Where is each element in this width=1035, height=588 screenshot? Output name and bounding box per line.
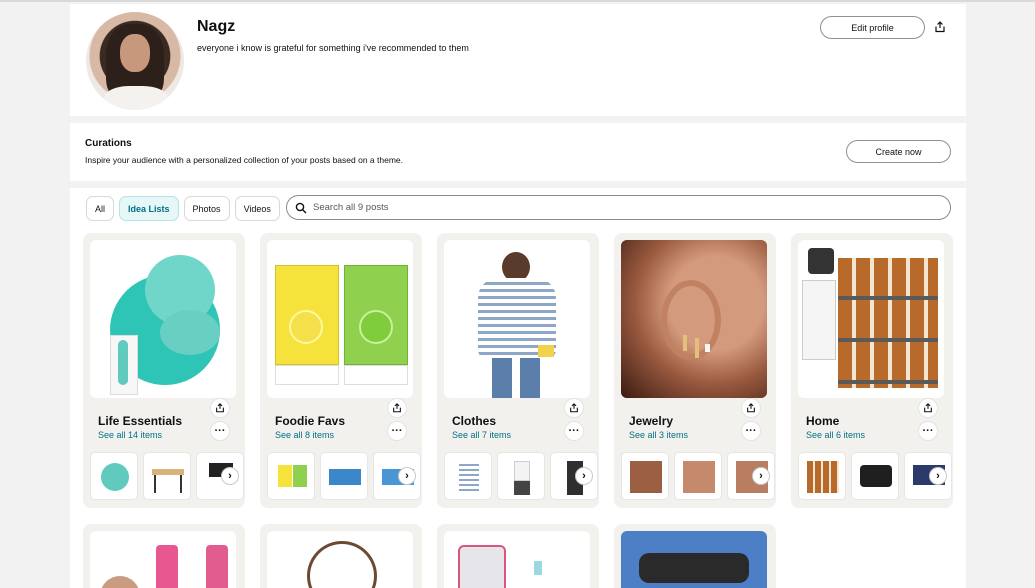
see-all-link[interactable]: See all 3 items — [629, 430, 688, 440]
share-icon[interactable] — [918, 398, 938, 418]
curations-title: Curations — [85, 138, 132, 149]
item-thumbnail[interactable] — [497, 452, 545, 500]
list-title[interactable]: Life Essentials — [98, 414, 182, 428]
idea-list-card[interactable] — [614, 524, 776, 588]
filter-idea-lists[interactable]: Idea Lists — [119, 196, 179, 221]
list-cover-image — [267, 240, 413, 398]
idea-list-card[interactable]: Clothes See all 7 items ··· › — [437, 233, 599, 508]
edit-profile-button[interactable]: Edit profile — [820, 16, 925, 39]
see-all-link[interactable]: See all 14 items — [98, 430, 162, 440]
item-thumbnail[interactable] — [267, 452, 315, 500]
filter-tabs: All Idea Lists Photos Videos — [86, 196, 280, 221]
profile-bio: everyone i know is grateful for somethin… — [197, 43, 469, 53]
list-cover-image — [798, 240, 944, 398]
posts-section: All Idea Lists Photos Videos Life Essent… — [70, 188, 966, 588]
share-icon[interactable] — [741, 398, 761, 418]
item-thumbnail[interactable] — [621, 452, 669, 500]
more-options-icon[interactable]: ··· — [564, 421, 584, 441]
list-cover-image — [621, 531, 767, 588]
item-thumbnail[interactable] — [143, 452, 191, 500]
list-cover-image — [267, 531, 413, 588]
more-options-icon[interactable]: ··· — [387, 421, 407, 441]
list-title[interactable]: Clothes — [452, 414, 496, 428]
list-title[interactable]: Home — [806, 414, 839, 428]
item-thumbnail[interactable] — [444, 452, 492, 500]
item-thumbnail[interactable] — [320, 452, 368, 500]
top-divider — [0, 0, 1035, 2]
filter-all[interactable]: All — [86, 196, 115, 221]
share-icon[interactable] — [387, 398, 407, 418]
chevron-right-icon[interactable]: › — [752, 467, 770, 485]
list-cover-image — [444, 531, 590, 588]
idea-list-card[interactable] — [260, 524, 422, 588]
item-thumbnail[interactable] — [674, 452, 722, 500]
list-cover-image — [90, 531, 236, 588]
idea-list-card[interactable] — [437, 524, 599, 588]
item-thumbnail[interactable] — [90, 452, 138, 500]
filter-videos[interactable]: Videos — [234, 196, 280, 221]
list-cover-image — [90, 240, 236, 398]
idea-list-card[interactable]: Home See all 6 items ··· › — [791, 233, 953, 508]
list-title[interactable]: Foodie Favs — [275, 414, 345, 428]
list-cover-image — [621, 240, 767, 398]
idea-list-card[interactable]: Jewelry See all 3 items ··· › — [614, 233, 776, 508]
filter-photos[interactable]: Photos — [183, 196, 230, 221]
see-all-link[interactable]: See all 6 items — [806, 430, 865, 440]
item-thumbnail[interactable] — [798, 452, 846, 500]
chevron-right-icon[interactable]: › — [221, 467, 239, 485]
share-icon[interactable] — [564, 398, 584, 418]
search-input[interactable] — [313, 202, 913, 213]
avatar — [86, 12, 184, 110]
see-all-link[interactable]: See all 8 items — [275, 430, 334, 440]
item-thumbnail[interactable] — [851, 452, 899, 500]
see-all-link[interactable]: See all 7 items — [452, 430, 511, 440]
chevron-right-icon[interactable]: › — [398, 467, 416, 485]
list-title[interactable]: Jewelry — [629, 414, 673, 428]
idea-list-card[interactable] — [83, 524, 245, 588]
profile-name: Nagz — [197, 18, 236, 35]
idea-list-card[interactable]: Life Essentials See all 14 items ··· › — [83, 233, 245, 508]
share-icon[interactable] — [930, 17, 950, 37]
more-options-icon[interactable]: ··· — [210, 421, 230, 441]
chevron-right-icon[interactable]: › — [929, 467, 947, 485]
more-options-icon[interactable]: ··· — [918, 421, 938, 441]
chevron-right-icon[interactable]: › — [575, 467, 593, 485]
create-now-button[interactable]: Create now — [846, 140, 951, 163]
idea-list-card[interactable]: Foodie Favs See all 8 items ··· › — [260, 233, 422, 508]
search-icon — [295, 202, 307, 213]
list-cover-image — [444, 240, 590, 398]
more-options-icon[interactable]: ··· — [741, 421, 761, 441]
search-bar[interactable] — [286, 195, 951, 220]
curations-section: Curations Inspire your audience with a p… — [70, 123, 966, 181]
curations-description: Inspire your audience with a personalize… — [85, 155, 403, 165]
profile-header: Nagz everyone i know is grateful for som… — [70, 4, 966, 116]
share-icon[interactable] — [210, 398, 230, 418]
